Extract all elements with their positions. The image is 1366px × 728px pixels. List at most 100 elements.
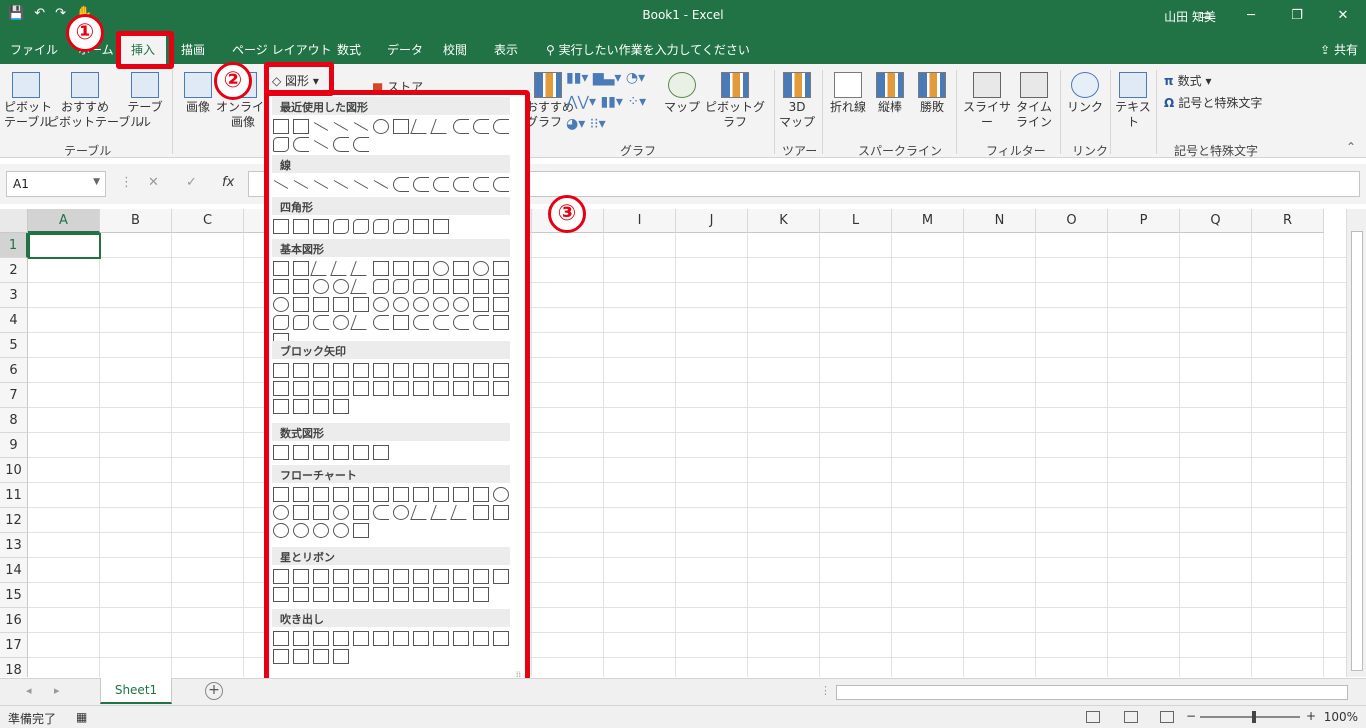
shape-item[interactable] [413,177,429,192]
shape-item[interactable] [273,363,289,378]
shape-item[interactable] [273,279,289,294]
shape-item[interactable] [413,363,429,378]
shape-item[interactable] [453,631,469,646]
shape-item[interactable] [430,119,452,134]
tab-page-layout[interactable]: ページ レイアウト [232,41,332,58]
shape-item[interactable] [313,523,329,538]
shape-item[interactable] [313,279,329,294]
shape-item[interactable] [473,279,489,294]
shape-item[interactable] [433,279,449,294]
shape-item[interactable] [393,315,409,330]
shape-item[interactable] [353,587,369,602]
slicer-button[interactable]: スライサー [960,72,1014,130]
shape-item[interactable] [273,180,289,189]
image-button[interactable]: 画像 [180,72,216,115]
shape-item[interactable] [373,219,389,234]
shape-item[interactable] [393,363,409,378]
timeline-button[interactable]: タイム ライン [1014,72,1054,130]
cancel-icon[interactable]: ✕ [148,175,159,190]
active-cell[interactable] [28,233,101,259]
shape-item[interactable] [293,279,309,294]
split-handle-icon[interactable]: ⋮ [820,684,831,697]
shape-item[interactable] [333,219,349,234]
row-header[interactable]: 15 [0,583,28,608]
shape-item[interactable] [453,261,469,276]
column-header[interactable]: R [1252,209,1324,233]
shape-item[interactable] [273,487,289,502]
shape-item[interactable] [293,445,309,460]
shape-item[interactable] [450,505,472,520]
shape-item[interactable] [433,631,449,646]
tab-formulas[interactable]: 数式 [337,41,361,58]
scroll-thumb[interactable] [1351,231,1363,671]
shape-item[interactable] [273,569,289,584]
shape-item[interactable] [433,487,449,502]
shape-item[interactable] [453,177,469,192]
shape-item[interactable] [313,363,329,378]
shape-item[interactable] [373,261,389,276]
shape-item[interactable] [453,119,469,134]
shape-item[interactable] [293,631,309,646]
shape-item[interactable] [433,297,449,312]
shape-item[interactable] [413,219,429,234]
column-header[interactable]: O [1036,209,1108,233]
share-button[interactable]: ⇪ 共有 [1320,41,1358,58]
shape-item[interactable] [373,119,389,134]
shape-item[interactable] [393,381,409,396]
shape-item[interactable] [313,587,329,602]
ribbon-display-icon[interactable]: ▭ [1182,0,1228,32]
shape-item[interactable] [473,315,489,330]
shape-item[interactable] [473,177,489,192]
column-header[interactable]: C [172,209,244,233]
shape-item[interactable] [373,631,389,646]
close-icon[interactable]: ✕ [1320,0,1366,32]
shape-item[interactable] [413,631,429,646]
shape-item[interactable] [493,261,509,276]
shape-item[interactable] [353,445,369,460]
shape-item[interactable] [350,315,372,330]
shape-item[interactable] [353,381,369,396]
shape-item[interactable] [273,381,289,396]
restore-icon[interactable]: ❐ [1274,0,1320,32]
sheet-tab[interactable]: Sheet1 [100,678,172,704]
recommended-pivot-button[interactable]: おすすめ ピボットテーブル [47,72,142,130]
shape-item[interactable] [350,261,372,276]
tab-view[interactable]: 表示 [494,41,518,58]
shape-item[interactable] [313,505,329,520]
horizontal-scrollbar[interactable] [836,685,1348,700]
row-header[interactable]: 4 [0,308,28,333]
shape-item[interactable] [293,315,309,330]
shape-item[interactable] [433,381,449,396]
shape-item[interactable] [373,180,389,189]
shape-item[interactable] [293,381,309,396]
shape-item[interactable] [353,487,369,502]
tab-review[interactable]: 校閲 [443,41,467,58]
zoom-out-icon[interactable]: − [1186,709,1196,723]
shape-item[interactable] [433,219,449,234]
shape-item[interactable] [273,261,289,276]
shape-item[interactable] [333,445,349,460]
shape-item[interactable] [273,587,289,602]
row-header[interactable]: 18 [0,658,28,677]
shape-item[interactable] [273,137,289,152]
row-header[interactable]: 14 [0,558,28,583]
row-header[interactable]: 11 [0,483,28,508]
row-header[interactable]: 10 [0,458,28,483]
shape-item[interactable] [373,569,389,584]
shape-item[interactable] [310,261,332,276]
shape-item[interactable] [273,399,289,414]
column-header[interactable]: J [676,209,748,233]
3d-map-button[interactable]: 3D マップ [778,72,816,130]
shape-item[interactable] [293,137,309,152]
shape-item[interactable] [293,649,309,664]
select-all-corner[interactable] [0,209,28,233]
equation-button[interactable]: π 数式 ▾ [1164,72,1212,89]
shape-item[interactable] [353,631,369,646]
row-header[interactable]: 8 [0,408,28,433]
zoom-in-icon[interactable]: + [1306,709,1316,723]
shape-item[interactable] [330,261,352,276]
shape-item[interactable] [493,119,509,134]
shape-item[interactable] [453,297,469,312]
shape-item[interactable] [333,180,349,189]
row-header[interactable]: 17 [0,633,28,658]
